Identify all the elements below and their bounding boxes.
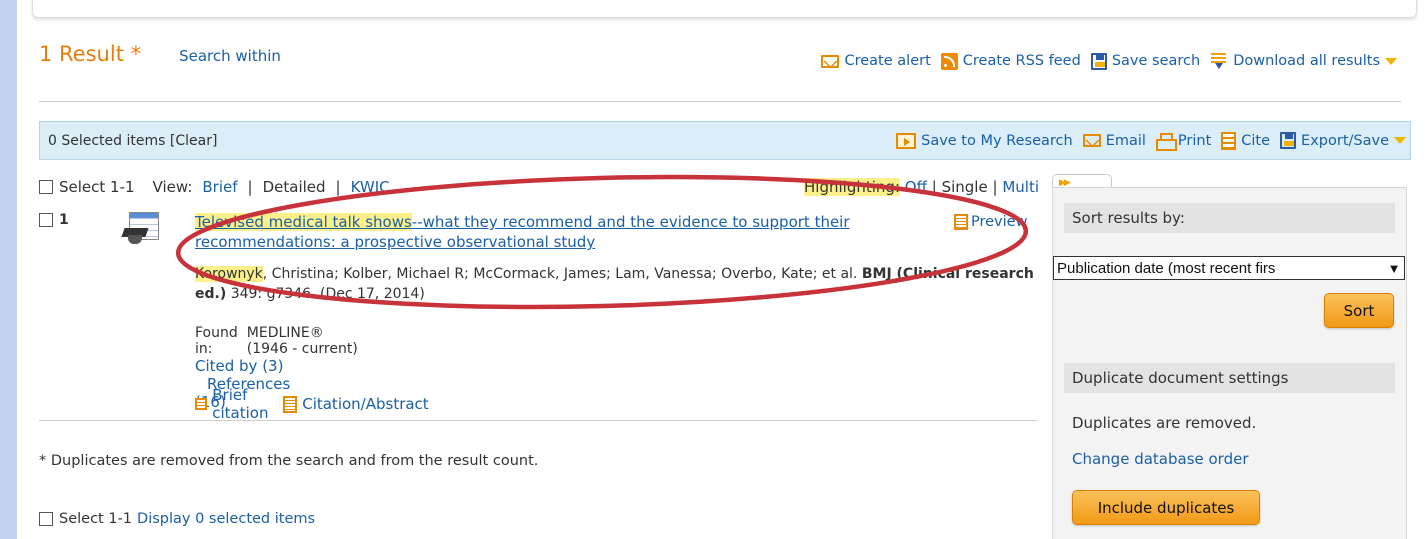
header-divider: [39, 101, 1401, 102]
result-count: 1 Result *: [39, 42, 142, 66]
print-button[interactable]: Print: [1155, 132, 1212, 151]
view-detailed-current: Detailed: [262, 178, 326, 196]
cite-button[interactable]: Cite: [1221, 131, 1271, 150]
record-title-link[interactable]: Televised medical talk shows--what they …: [195, 213, 850, 251]
select-range-label: Select 1-1: [59, 178, 135, 196]
display-selected-link[interactable]: Display 0 selected items: [137, 511, 315, 527]
record-authors: Korownyk, Christina; Kolber, Michael R; …: [195, 264, 1045, 304]
include-duplicates-button[interactable]: Include duplicates: [1072, 490, 1260, 525]
preview-label: Preview: [971, 214, 1028, 230]
found-in-label: Found in:: [195, 325, 238, 357]
sort-button[interactable]: Sort: [1324, 293, 1394, 328]
select-all-checkbox[interactable]: [39, 180, 53, 194]
save-search-button[interactable]: Save search: [1090, 52, 1201, 70]
abstract-icon: [283, 395, 298, 413]
graduation-cap-base: [128, 235, 142, 244]
highlight-separator: |: [992, 178, 998, 196]
save-to-my-research-button[interactable]: Save to My Research: [896, 132, 1073, 149]
record-title[interactable]: Televised medical talk shows--what they …: [195, 212, 935, 252]
envelope-icon: [1082, 134, 1101, 147]
view-options-row: Select 1-1 View: Brief | Detailed | KWIC…: [39, 178, 1039, 196]
bottom-select-range: Select 1-1: [59, 511, 133, 527]
selection-actions: Save to My Research Email Print Cite Exp…: [886, 131, 1410, 151]
save-to-my-research-label: Save to My Research: [921, 132, 1073, 149]
duplicates-status: Duplicates are removed.: [1072, 414, 1257, 432]
sidebar-collapse-tab[interactable]: ▶▶: [1052, 174, 1112, 188]
create-alert-button[interactable]: Create alert: [821, 53, 931, 69]
sort-heading: Sort results by:: [1064, 203, 1395, 233]
preview-button[interactable]: Preview: [954, 214, 1027, 230]
search-within-link[interactable]: Search within: [179, 47, 281, 65]
cite-icon: [1221, 131, 1237, 150]
cited-by-link[interactable]: Cited by (3): [195, 357, 283, 375]
authors-rest: , Christina; Kolber, Michael R; McCormac…: [262, 266, 858, 282]
envelope-icon: [821, 54, 840, 68]
record-number: 1: [59, 212, 69, 228]
export-save-button[interactable]: Export/Save: [1280, 132, 1406, 149]
view-separator: |: [335, 178, 341, 196]
email-button[interactable]: Email: [1082, 132, 1146, 149]
save-search-label: Save search: [1111, 53, 1201, 69]
bottom-select-checkbox[interactable]: [39, 512, 53, 526]
save-icon: [1280, 132, 1297, 149]
citation-abstract-link[interactable]: Citation/Abstract: [283, 395, 429, 413]
change-database-order-link[interactable]: Change database order: [1072, 450, 1249, 468]
chevron-down-icon: ▼: [1387, 260, 1401, 276]
sidebar: Sort results by: Publication date (most …: [1052, 187, 1407, 539]
highlighting-options: Highlighting: Off | Single | Multi: [804, 178, 1039, 196]
scholarly-journal-icon: [121, 212, 159, 252]
cite-label: Cite: [1241, 132, 1271, 149]
top-search-panel: [32, 0, 1417, 18]
email-label: Email: [1105, 132, 1146, 149]
brief-citation-link[interactable]: Brief citation: [195, 386, 273, 422]
brief-citation-label: Brief citation: [212, 386, 269, 422]
export-save-label: Export/Save: [1301, 132, 1389, 149]
download-icon: [1210, 52, 1228, 70]
results-toolbar: Create alert Create RSS feed Save search…: [811, 52, 1397, 70]
found-in-database: MEDLINE® (1946 - current): [246, 325, 358, 357]
format-links: Brief citation Citation/Abstract: [195, 386, 439, 422]
view-brief-link[interactable]: Brief: [202, 178, 237, 196]
results-page: 1 Result * Search within Create alert Cr…: [17, 0, 1425, 539]
save-icon: [1090, 52, 1107, 70]
download-all-button[interactable]: Download all results: [1210, 52, 1397, 70]
download-all-label: Download all results: [1233, 53, 1380, 69]
record-checkbox[interactable]: [39, 213, 53, 227]
highlighting-label: Highlighting:: [804, 178, 901, 196]
chevron-down-icon: [1394, 137, 1406, 144]
view-label: View:: [152, 178, 193, 196]
highlighting-off-link[interactable]: Off: [905, 178, 927, 196]
create-rss-label: Create RSS feed: [962, 53, 1081, 69]
results-header: 1 Result * Search within: [39, 42, 281, 66]
title-highlight: Televised medical talk shows: [195, 213, 412, 231]
sort-select-value: Publication date (most recent firs: [1057, 259, 1276, 277]
highlighting-single[interactable]: Single: [942, 178, 988, 196]
duplicate-settings-heading: Duplicate document settings: [1064, 363, 1395, 393]
my-research-icon: [896, 132, 917, 149]
create-rss-button[interactable]: Create RSS feed: [940, 52, 1081, 70]
found-in: Found in: MEDLINE® (1946 - current): [195, 325, 360, 357]
preview-icon: [954, 214, 968, 230]
results-divider: [39, 420, 1037, 421]
highlighting-multi-link[interactable]: Multi: [1002, 178, 1039, 196]
chevron-down-icon: [1385, 57, 1397, 65]
printer-icon: [1155, 132, 1177, 151]
highlight-separator: |: [931, 178, 937, 196]
selected-items-clear[interactable]: 0 Selected items [Clear]: [48, 133, 217, 149]
citation-abstract-label: Citation/Abstract: [302, 395, 429, 413]
print-label: Print: [1177, 132, 1212, 149]
view-separator: |: [247, 178, 253, 196]
rss-icon: [940, 52, 958, 70]
view-kwic-link[interactable]: KWIC: [351, 178, 390, 196]
brief-citation-icon: [195, 398, 208, 410]
citation-details: 349: g7346. (Dec 17, 2014): [230, 286, 425, 302]
bottom-selection-row: Select 1-1 Display 0 selected items: [39, 511, 315, 527]
selection-bar: 0 Selected items [Clear] Save to My Rese…: [39, 121, 1411, 160]
author-highlight: Korownyk: [195, 266, 263, 282]
duplicates-footnote: * Duplicates are removed from the search…: [39, 453, 539, 469]
create-alert-label: Create alert: [844, 53, 931, 69]
record-select: 1: [39, 212, 69, 228]
sort-select[interactable]: Publication date (most recent firs ▼: [1053, 256, 1405, 280]
